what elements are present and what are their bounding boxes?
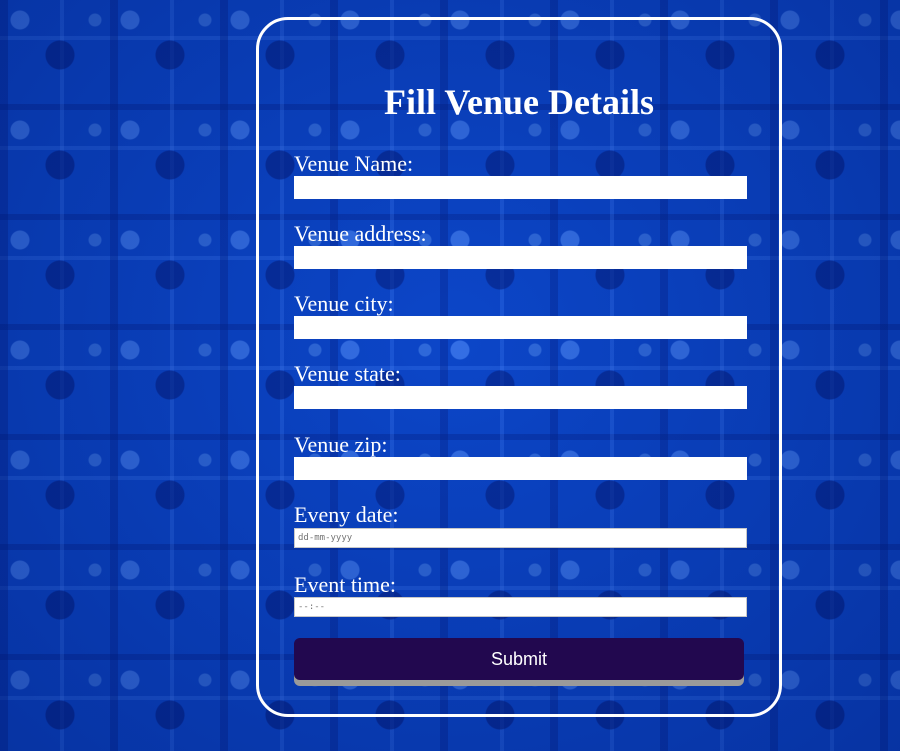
event-time-label: Event time: — [294, 572, 397, 597]
venue-state-input[interactable] — [294, 386, 747, 409]
venue-zip-input[interactable] — [294, 457, 747, 480]
venue-city-label: Venue city: — [294, 291, 394, 316]
venue-state-label: Venue state: — [294, 361, 401, 386]
event-time-input[interactable] — [294, 597, 747, 617]
event-date-label: Eveny date: — [294, 502, 399, 527]
form-title: Fill Venue Details — [383, 82, 655, 122]
venue-address-input[interactable] — [294, 246, 747, 269]
event-date-input[interactable] — [294, 528, 747, 548]
venue-zip-label: Venue zip: — [294, 432, 388, 457]
venue-name-input[interactable] — [294, 176, 747, 199]
venue-address-label: Venue address: — [294, 221, 427, 246]
venue-city-input[interactable] — [294, 316, 747, 339]
submit-button[interactable]: Submit — [294, 638, 744, 680]
venue-name-label: Venue Name: — [294, 151, 414, 176]
